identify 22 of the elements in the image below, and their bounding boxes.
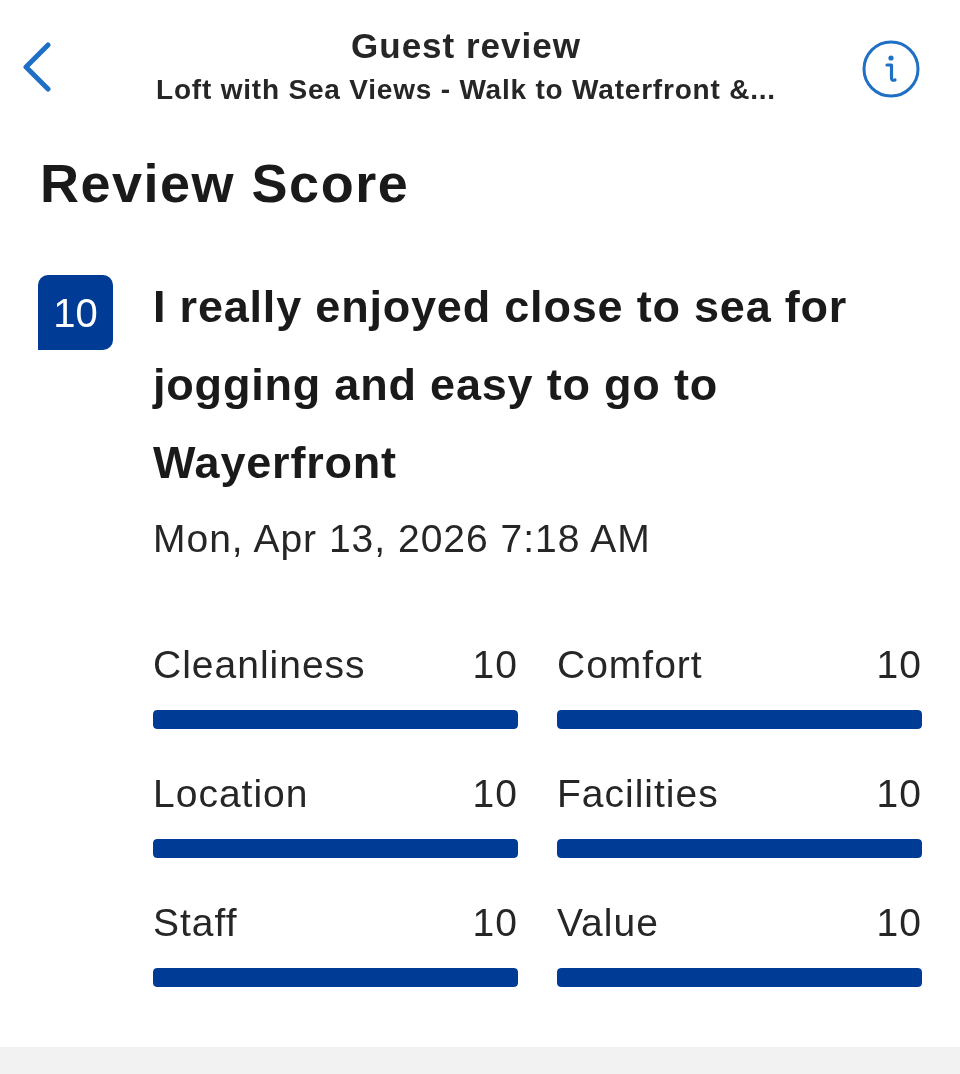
score-badge: 10 (38, 275, 113, 350)
category-score: 10 (472, 642, 518, 688)
back-button[interactable] (22, 42, 52, 92)
page-title: Guest review (351, 25, 581, 67)
section-heading: Review Score (40, 152, 411, 214)
category-name: Staff (153, 900, 238, 946)
category-name: Cleanliness (153, 642, 366, 688)
category-name: Value (557, 900, 659, 946)
review-date: Mon, Apr 13, 2026 7:18 AM (153, 516, 652, 562)
category-score: 10 (472, 771, 518, 817)
info-icon (862, 40, 920, 98)
info-button[interactable] (862, 40, 920, 98)
category-score: 10 (472, 900, 518, 946)
category-score: 10 (876, 771, 922, 817)
category-name: Facilities (557, 771, 719, 817)
review-title: I really enjoyed close to sea for jogging and easy to go to Wayerfront (153, 280, 849, 490)
category-score: 10 (876, 642, 922, 688)
property-name: Loft with Sea Views - Walk to Waterfront &... (156, 73, 776, 107)
category-name: Comfort (557, 642, 703, 688)
back-chevron-icon (22, 42, 52, 92)
category-name: Location (153, 771, 309, 817)
category-score: 10 (876, 900, 922, 946)
